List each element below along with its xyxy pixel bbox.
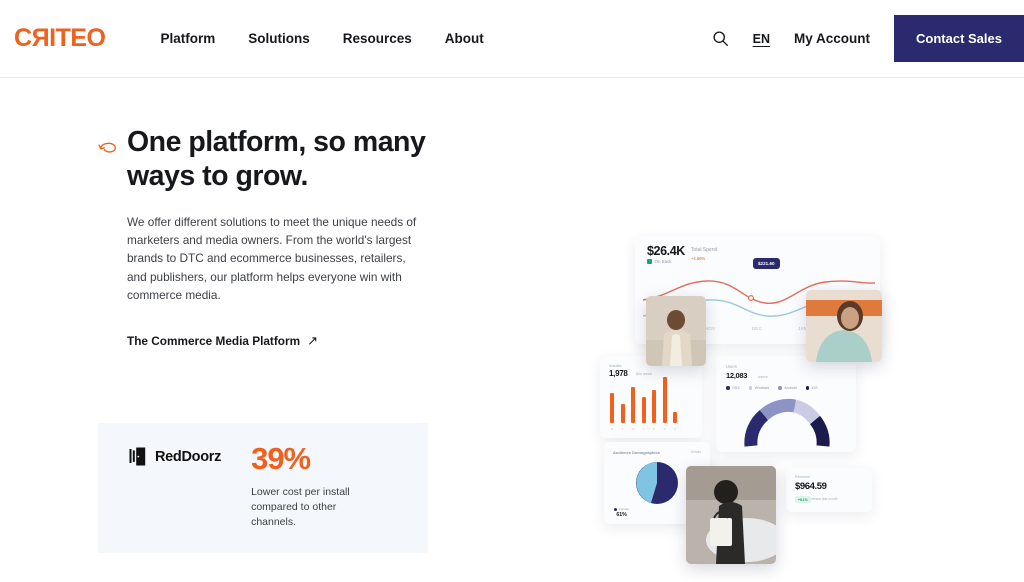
- legend-swatch-icon: [805, 386, 810, 390]
- total-spend-label: Total Spend: [690, 247, 718, 253]
- revenue-note: versus last month: [811, 497, 838, 501]
- my-account-link[interactable]: My Account: [794, 31, 870, 46]
- pie-title: Audience Demographics: [613, 450, 660, 455]
- users-unit: users: [758, 374, 768, 379]
- photo-tile-person-green-top: [806, 290, 882, 362]
- users-platform-card: Users 12,083 users OSX Windows Android i…: [716, 356, 856, 452]
- customer-stat-card: RedDoorz 39% Lower cost per install comp…: [98, 423, 428, 553]
- hero-link-label: The Commerce Media Platform: [127, 334, 301, 349]
- photo-image: [806, 290, 882, 362]
- bar: [641, 397, 646, 423]
- commerce-media-platform-link[interactable]: The Commerce Media Platform ↗: [98, 333, 318, 349]
- dashboard-collage: $26.4K Total Spend +4.66% On track $221.…: [590, 228, 900, 582]
- reddoorz-logo: RedDoorz: [129, 447, 221, 466]
- legend-swatch-icon: [726, 386, 730, 390]
- revenue-value: $964.59: [795, 481, 827, 492]
- stat-value: 39%: [251, 441, 311, 476]
- contact-sales-button[interactable]: Contact Sales: [894, 15, 1024, 62]
- criteo-logo[interactable]: C R ITEO: [14, 24, 106, 52]
- nav-item-platform[interactable]: Platform: [160, 31, 215, 46]
- status-label: On track: [654, 259, 672, 264]
- installs-bars: [610, 377, 677, 423]
- nav-item-solutions[interactable]: Solutions: [248, 31, 310, 46]
- hero-text-column: One platform, so many ways to grow. We o…: [98, 126, 438, 349]
- status-dot-icon: [647, 259, 652, 264]
- legend-item-osx: OSX: [726, 386, 740, 390]
- logo-reversed-r: R: [31, 24, 50, 52]
- nav-item-about[interactable]: About: [445, 31, 484, 46]
- legend-item-android: Android: [778, 386, 797, 390]
- main-content: One platform, so many ways to grow. We o…: [0, 78, 1024, 582]
- installs-axis: MTW TFS S: [610, 427, 676, 431]
- revenue-badge: +8.1%: [795, 496, 811, 503]
- bar: [652, 390, 656, 423]
- legend-item-windows: Windows: [748, 386, 769, 390]
- platform-legend: OSX Windows Android iOS: [726, 386, 818, 390]
- chart-tooltip: $221.60: [753, 258, 780, 269]
- bar: [673, 412, 677, 423]
- axis-label-dec: DEC: [752, 326, 763, 331]
- page-title: One platform, so many ways to grow.: [127, 126, 426, 192]
- photo-image: [646, 296, 706, 366]
- swoosh-arrow-icon: [98, 142, 116, 153]
- users-label: Users: [726, 364, 737, 369]
- photo-tile-person-tote-bag: [686, 466, 776, 564]
- axis-label-nov: NOV: [705, 326, 716, 331]
- nav-item-resources[interactable]: Resources: [343, 31, 412, 46]
- platform-donut-chart: [744, 398, 830, 447]
- legend-swatch-icon: [778, 386, 782, 390]
- installs-label: Installs: [609, 363, 622, 368]
- door-icon: [129, 447, 146, 466]
- revenue-card: Revenue $964.59 +8.1% versus last month: [786, 468, 872, 512]
- search-icon[interactable]: [712, 30, 729, 47]
- header-actions: EN My Account Contact Sales: [712, 0, 1024, 77]
- installs-sub: this week: [636, 372, 652, 376]
- stat-block: 39% Lower cost per install compared to o…: [251, 443, 361, 530]
- language-selector[interactable]: EN: [753, 32, 770, 46]
- installs-chart-card: Installs 1,978 this week MTW TFS S: [600, 356, 702, 438]
- photo-tile-person-tan-coat: [646, 296, 706, 366]
- bar: [662, 377, 667, 423]
- arrow-up-right-icon: ↗: [307, 333, 318, 349]
- site-header: C R ITEO Platform Solutions Resources Abou…: [0, 0, 1024, 78]
- status-badge: On track: [647, 259, 672, 264]
- stat-caption: Lower cost per install compared to other…: [251, 486, 350, 528]
- total-spend-value: $26.4K: [647, 244, 685, 258]
- logo-text: C: [14, 24, 32, 52]
- pie-more-link[interactable]: Details: [691, 450, 701, 454]
- bar: [610, 393, 614, 423]
- legend-item-female: Female 61%: [614, 507, 629, 518]
- bar: [620, 404, 625, 423]
- bar: [631, 387, 635, 423]
- users-value: 12,083: [726, 371, 748, 380]
- total-spend-delta: +4.66%: [690, 256, 706, 261]
- revenue-label: Revenue: [795, 475, 811, 479]
- demographics-pie-chart: [636, 462, 678, 504]
- main-nav: Platform Solutions Resources About: [160, 31, 483, 46]
- hero-description: We offer different solutions to meet the…: [127, 214, 417, 302]
- brand-name: RedDoorz: [155, 448, 222, 465]
- legend-item-ios: iOS: [805, 386, 818, 390]
- legend-swatch-icon: [748, 386, 753, 390]
- legend-swatch-icon: [614, 507, 617, 511]
- photo-image: [686, 466, 776, 564]
